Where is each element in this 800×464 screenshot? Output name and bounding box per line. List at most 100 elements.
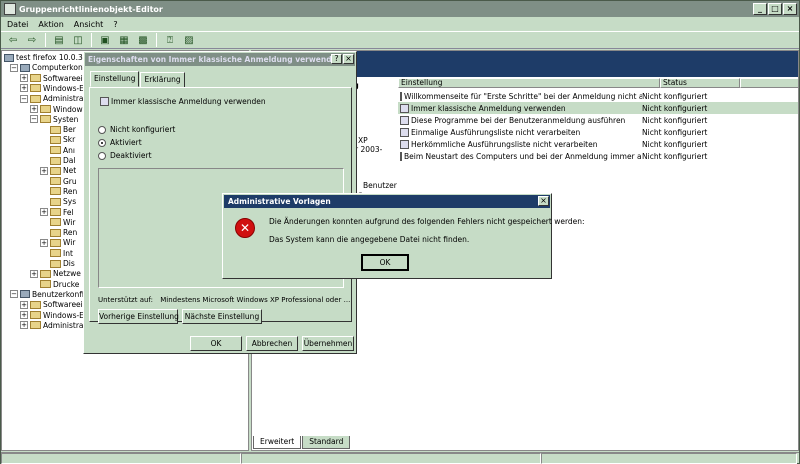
back-icon[interactable]: ⇦ <box>5 33 21 47</box>
supported-on: Unterstützt auf: Mindestens Microsoft Wi… <box>98 296 350 304</box>
expand-toggle-icon[interactable]: + <box>20 300 28 309</box>
export-icon[interactable]: ▩ <box>135 33 151 47</box>
expand-toggle-icon[interactable]: − <box>30 115 38 124</box>
error-dialog-title: Administrative Vorlagen <box>224 195 550 208</box>
expand-toggle-icon[interactable]: − <box>10 290 18 299</box>
menu-bar: Datei Aktion Ansicht ? <box>1 17 799 31</box>
error-ok-button[interactable]: OK <box>361 254 409 271</box>
tab-erklaerung[interactable]: Erklärung <box>140 72 185 88</box>
radio-nicht-konfiguriert[interactable]: Nicht konfiguriert <box>98 125 175 134</box>
status-panel <box>541 453 797 464</box>
policy-setting-cell: Einmalige Ausführungsliste nicht verarbe… <box>398 127 642 137</box>
policy-row[interactable]: Immer klassische Anmeldung verwenden Nich… <box>398 102 798 114</box>
folder-icon <box>30 321 41 330</box>
policy-row[interactable]: Beim Neustart des Computers und bei der … <box>398 150 798 162</box>
tab-standard[interactable]: Standard <box>302 436 351 449</box>
view-icon[interactable]: ▨ <box>181 33 197 47</box>
menu-ansicht[interactable]: Ansicht <box>74 20 104 29</box>
expand-toggle-icon[interactable]: + <box>40 208 48 216</box>
help-icon[interactable]: ⍰ <box>162 33 178 47</box>
error-message-line1: Die Änderungen konnten aufgrund des folg… <box>269 217 585 226</box>
up-folder-icon[interactable]: ▤ <box>51 33 67 47</box>
folder-icon <box>50 146 61 155</box>
expand-toggle-icon[interactable]: + <box>30 269 38 278</box>
radio-label: Nicht konfiguriert <box>110 125 176 134</box>
policy-status: Nicht konfiguriert <box>642 127 708 137</box>
tree-item-label: Benutzerkonfig <box>32 289 89 299</box>
radio-label: Aktiviert <box>110 138 142 147</box>
policy-setting-label: Immer klassische Anmeldung verwenden <box>411 103 566 113</box>
supported-value: Mindestens Microsoft Windows XP Professi… <box>160 296 351 304</box>
properties-icon[interactable]: ▣ <box>97 33 113 47</box>
policy-status: Nicht konfiguriert <box>642 115 708 125</box>
tree-item-label: Systen <box>53 114 79 124</box>
tree-item-label: Window <box>53 104 83 114</box>
menu-datei[interactable]: Datei <box>7 20 28 29</box>
expand-toggle-icon[interactable]: + <box>30 105 38 113</box>
minimize-button[interactable]: _ <box>753 3 767 15</box>
error-dialog: Administrative Vorlagen × ✕ Die Änderung… <box>222 193 585 279</box>
folder-icon <box>50 125 61 134</box>
column-header-setting[interactable]: Einstellung <box>398 78 660 88</box>
expand-toggle-icon[interactable]: + <box>20 321 28 330</box>
expand-toggle-icon[interactable]: − <box>20 94 28 103</box>
list-header: Einstellung Status <box>398 78 798 88</box>
radio-circle-icon <box>98 151 106 160</box>
radio-deaktiviert[interactable]: Deaktiviert <box>98 151 152 160</box>
tree-item-label: Ren <box>63 186 78 196</box>
column-header-status[interactable]: Status <box>660 78 740 88</box>
policy-setting-label: Einmalige Ausführungsliste nicht verarbe… <box>411 127 581 137</box>
close-button[interactable]: × <box>783 3 797 15</box>
refresh-icon[interactable]: ▦ <box>116 33 132 47</box>
folder-icon <box>50 249 61 258</box>
radio-aktiviert[interactable]: Aktiviert <box>98 138 142 147</box>
maximize-button[interactable]: □ <box>768 3 782 15</box>
description-fragment: XP <box>358 136 368 145</box>
expand-toggle-icon[interactable]: + <box>20 311 28 319</box>
app-icon <box>4 3 16 15</box>
next-setting-button[interactable]: Nächste Einstellung <box>182 309 262 324</box>
expand-toggle-icon[interactable]: + <box>40 238 48 247</box>
setting-name: Immer klassische Anmeldung verwenden <box>111 97 266 106</box>
tree-item-label: Anı <box>63 145 75 155</box>
menu-aktion[interactable]: Aktion <box>38 20 63 29</box>
previous-setting-button[interactable]: Vorherige Einstellung <box>98 309 179 324</box>
menu-help[interactable]: ? <box>113 20 117 29</box>
tree-item-label: Dal <box>63 156 76 165</box>
forward-icon[interactable]: ⇨ <box>24 33 40 47</box>
policy-status: Nicht konfiguriert <box>642 151 708 161</box>
tab-einstellung[interactable]: Einstellung <box>90 71 140 87</box>
policy-row[interactable]: Einmalige Ausführungsliste nicht verarbe… <box>398 126 798 138</box>
properties-dialog-title: Eigenschaften von Immer klassische Anmel… <box>85 53 355 66</box>
description-fragment: Benutzer <box>363 181 397 190</box>
folder-icon <box>50 156 61 165</box>
tree-item-label: Ber <box>63 125 76 135</box>
folder-icon <box>30 300 41 309</box>
folder-icon <box>50 259 61 268</box>
folder-icon <box>50 166 61 175</box>
policy-icon <box>400 91 402 101</box>
expand-toggle-icon[interactable]: + <box>40 166 48 175</box>
policy-setting-cell: Herkömmliche Ausführungsliste nicht vera… <box>398 139 642 149</box>
dialog-close-button[interactable]: × <box>343 54 354 64</box>
error-close-button[interactable]: × <box>538 196 549 206</box>
tab-erweitert[interactable]: Erweitert <box>253 436 302 449</box>
expand-toggle-icon[interactable]: + <box>20 74 28 83</box>
policy-row[interactable]: Herkömmliche Ausführungsliste nicht vera… <box>398 138 798 150</box>
error-x-icon: ✕ <box>235 218 255 238</box>
ok-button[interactable]: OK <box>190 336 242 351</box>
tree-item[interactable]: + Administrat <box>20 320 86 331</box>
apply-button[interactable]: Übernehmen <box>302 336 354 351</box>
show-tree-icon[interactable]: ◫ <box>70 33 86 47</box>
cancel-button[interactable]: Abbrechen <box>246 336 298 351</box>
dialog-help-button[interactable]: ? <box>331 54 342 64</box>
expand-toggle-icon[interactable]: − <box>10 63 18 72</box>
expand-toggle-icon[interactable]: + <box>20 84 28 93</box>
policy-row[interactable]: Willkommenseite für "Erste Schritte" bei… <box>398 90 798 102</box>
computer-icon <box>4 53 14 62</box>
policy-setting-label: Beim Neustart des Computers und bei der … <box>404 151 642 161</box>
folder-icon <box>50 208 61 216</box>
folder-icon <box>30 84 41 93</box>
policy-row[interactable]: Diese Programme bei der Benutzeranmeldun… <box>398 114 798 126</box>
policy-setting-cell: Diese Programme bei der Benutzeranmeldun… <box>398 115 642 125</box>
